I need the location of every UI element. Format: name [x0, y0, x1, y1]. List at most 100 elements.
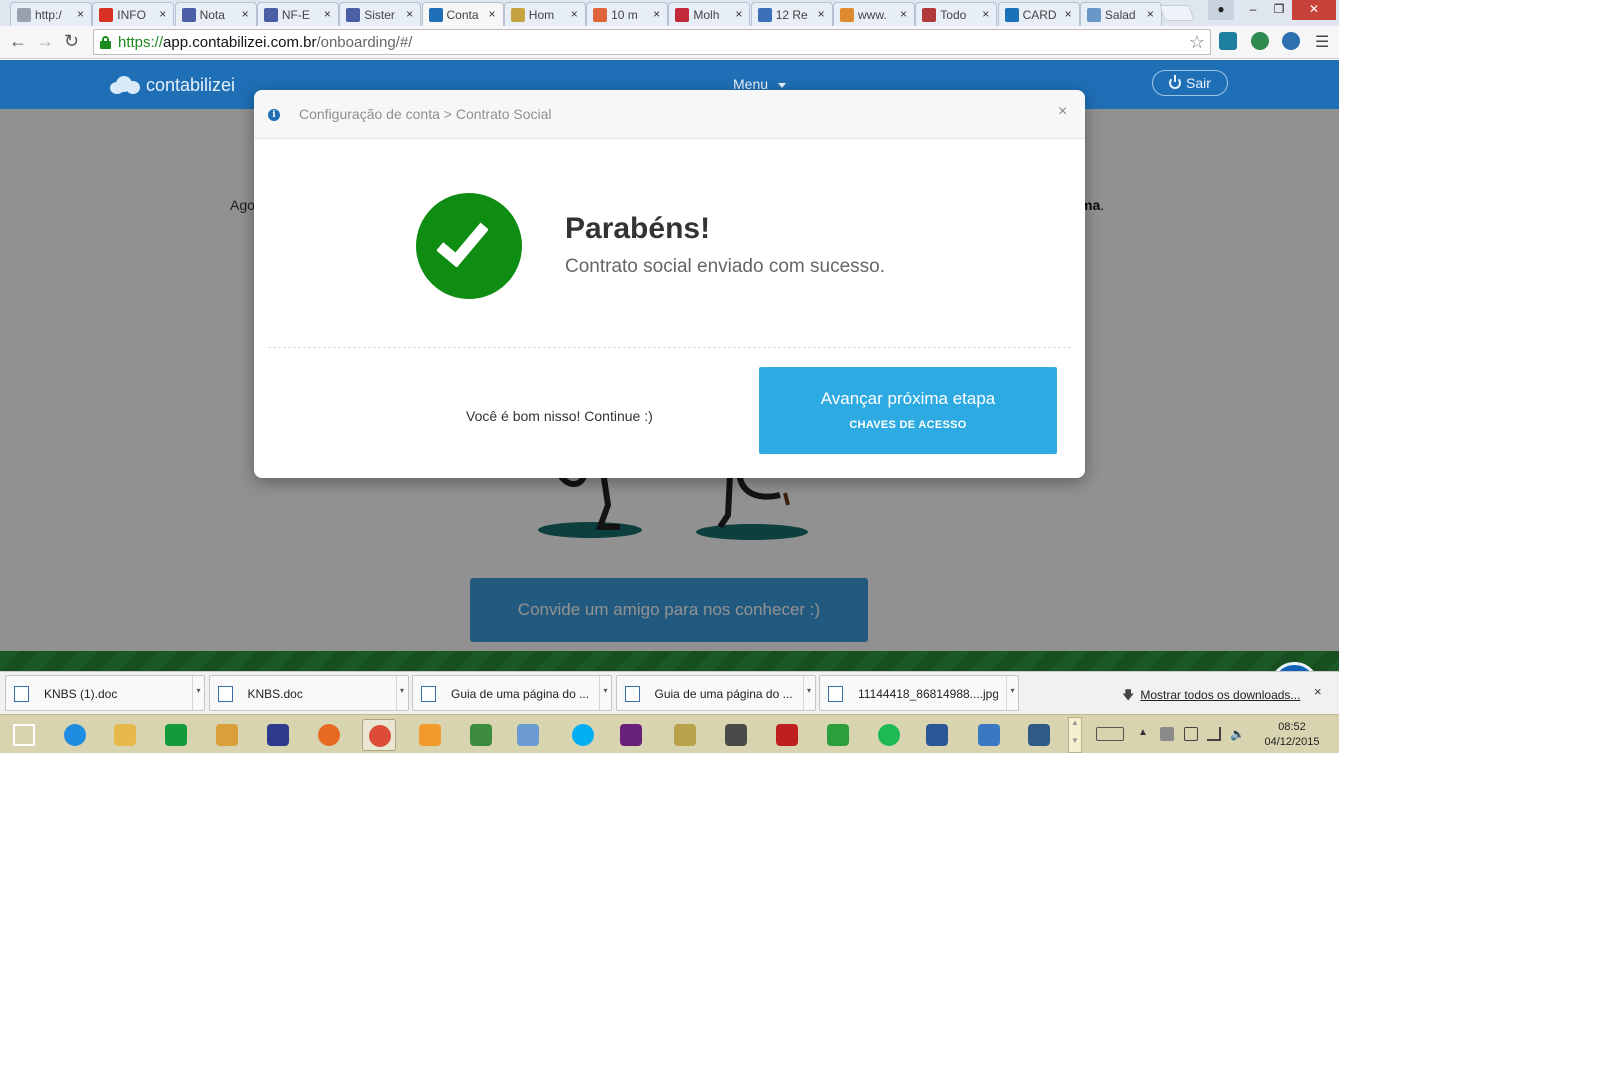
download-name: Guia de uma página do ...: [451, 687, 590, 701]
windows-store-icon[interactable]: [159, 719, 193, 751]
tab-close-icon[interactable]: ×: [242, 7, 249, 21]
download-item[interactable]: Guia de uma página do ... ▾: [412, 675, 612, 711]
download-item[interactable]: Guia de uma página do ... ▾: [615, 675, 816, 711]
powershell-icon[interactable]: [972, 719, 1006, 751]
tab-title: http:/: [35, 8, 62, 22]
stopwatch-icon[interactable]: [210, 719, 244, 751]
browser-tab[interactable]: CARD ×: [997, 2, 1080, 26]
calculator-icon[interactable]: [511, 719, 545, 751]
tab-title: Todo: [940, 8, 967, 22]
tab-close-icon[interactable]: ×: [818, 7, 825, 21]
file-explorer-icon[interactable]: [108, 719, 142, 751]
browser-tab[interactable]: 12 Re ×: [750, 2, 833, 26]
tray-expand-icon[interactable]: ▲: [1138, 727, 1148, 738]
close-icon[interactable]: ×: [1058, 103, 1067, 121]
help-app-icon[interactable]: [261, 719, 295, 751]
address-bar[interactable]: https://app.contabilizei.com.br/onboardi…: [93, 29, 1211, 55]
browser-tab[interactable]: Conta ×: [421, 2, 504, 27]
tab-close-icon[interactable]: ×: [653, 7, 660, 21]
dropdown-arrow-icon[interactable]: ▾: [1006, 676, 1018, 710]
download-item[interactable]: KNBS.doc ▾: [208, 675, 409, 711]
windows-start-icon[interactable]: [7, 719, 41, 751]
signal-icon[interactable]: [1207, 727, 1221, 741]
tools-icon[interactable]: [668, 719, 702, 751]
chrome-icon[interactable]: [362, 719, 396, 751]
globe-extension-icon[interactable]: [1282, 32, 1300, 50]
project-icon[interactable]: [464, 719, 498, 751]
minimize-button[interactable]: –: [1240, 0, 1266, 20]
browser-tab[interactable]: INFO ×: [92, 2, 175, 26]
download-arrow-icon: 🡇: [1122, 688, 1135, 702]
fiddler-icon[interactable]: [821, 719, 855, 751]
browser-tab[interactable]: www. ×: [833, 2, 915, 26]
visual-studio-icon[interactable]: [614, 719, 648, 751]
close-downloads-icon[interactable]: ×: [1314, 684, 1322, 699]
next-step-button[interactable]: Avançar próxima etapa CHAVES DE ACESSO: [759, 367, 1057, 454]
browser-tab[interactable]: Molh ×: [668, 2, 751, 26]
tab-close-icon[interactable]: ×: [900, 7, 907, 21]
firefox-icon[interactable]: [312, 719, 346, 751]
download-item[interactable]: 11144418_86814988....jpg ▾: [819, 675, 1019, 711]
tab-close-icon[interactable]: ×: [982, 7, 989, 21]
dropdown-arrow-icon[interactable]: ▾: [599, 676, 611, 710]
modal-message: Contrato social enviado com sucesso.: [565, 256, 885, 277]
keyboard-icon[interactable]: [1096, 727, 1124, 741]
trello-icon: [1004, 8, 1019, 22]
tab-close-icon[interactable]: ×: [488, 7, 495, 21]
tab-close-icon[interactable]: ×: [77, 7, 84, 21]
clock[interactable]: 08:52 04/12/2015: [1262, 720, 1322, 750]
taskbar-scroll[interactable]: ▲ ▼: [1068, 717, 1082, 753]
tab-close-icon[interactable]: ×: [1147, 7, 1154, 21]
dropdown-arrow-icon[interactable]: ▾: [395, 676, 408, 710]
user-profile-icon[interactable]: ●: [1208, 0, 1234, 20]
dropdown-arrow-icon[interactable]: ▾: [192, 676, 204, 710]
download-name: Guia de uma página do ...: [654, 687, 793, 701]
new-tab-button[interactable]: [1159, 5, 1195, 21]
dropdown-arrow-icon[interactable]: ▾: [802, 676, 815, 710]
media-player-icon[interactable]: [413, 719, 447, 751]
download-item[interactable]: KNBS (1).doc ▾: [5, 675, 205, 711]
show-all-downloads-link[interactable]: 🡇 Mostrar todos os downloads...: [1122, 686, 1300, 707]
back-icon[interactable]: ←: [9, 31, 27, 52]
globe-extension-icon[interactable]: [1251, 32, 1269, 50]
browser-tab[interactable]: Todo ×: [915, 2, 998, 26]
browser-toolbar: ← → ↻ https://app.contabilizei.com.br/on…: [0, 26, 1339, 59]
tab-close-icon[interactable]: ×: [159, 7, 166, 21]
tab-close-icon[interactable]: ×: [735, 7, 742, 21]
restore-button[interactable]: ❐: [1266, 0, 1292, 20]
extension-icon[interactable]: [1219, 32, 1237, 50]
browser-tab[interactable]: Sister ×: [339, 2, 422, 26]
skype-icon[interactable]: [566, 719, 600, 751]
globe-icon: [757, 8, 772, 22]
reload-icon[interactable]: ↻: [64, 31, 79, 52]
divider: [268, 347, 1071, 348]
windows-taskbar: ▲ ▼ ▲ 🔈 08:52 04/12/2015: [0, 714, 1339, 753]
tab-close-icon[interactable]: ×: [406, 7, 413, 21]
browser-tab[interactable]: Salad ×: [1079, 2, 1162, 26]
volume-icon[interactable]: 🔈: [1230, 727, 1245, 741]
network-error-icon[interactable]: [1160, 727, 1174, 741]
tab-close-icon[interactable]: ×: [324, 7, 331, 21]
tab-close-icon[interactable]: ×: [1065, 7, 1072, 21]
tab-close-icon[interactable]: ×: [571, 7, 578, 21]
spotify-icon[interactable]: [872, 719, 906, 751]
mysql-workbench-icon[interactable]: [1022, 719, 1056, 751]
document-icon: [421, 686, 436, 702]
browser-tab[interactable]: 10 m ×: [586, 2, 669, 26]
logout-button[interactable]: Sair: [1152, 70, 1228, 96]
battery-icon[interactable]: [1184, 727, 1198, 741]
forward-icon[interactable]: →: [36, 31, 54, 52]
image-icon: [1086, 8, 1101, 22]
browser-tab[interactable]: NF-E ×: [256, 2, 339, 26]
browser-tab[interactable]: Hom ×: [503, 2, 586, 26]
chrome-menu-icon[interactable]: ☰: [1315, 32, 1329, 52]
word-icon[interactable]: [920, 719, 954, 751]
internet-explorer-icon[interactable]: [58, 719, 92, 751]
browser-tab[interactable]: http:/ ×: [10, 2, 92, 26]
sublime-text-icon[interactable]: [719, 719, 753, 751]
filezilla-icon[interactable]: [770, 719, 804, 751]
browser-tab[interactable]: Nota ×: [174, 2, 257, 26]
logout-label: Sair: [1186, 75, 1211, 91]
close-window-button[interactable]: ✕: [1292, 0, 1336, 20]
bookmark-star-icon[interactable]: ☆: [1189, 32, 1205, 53]
